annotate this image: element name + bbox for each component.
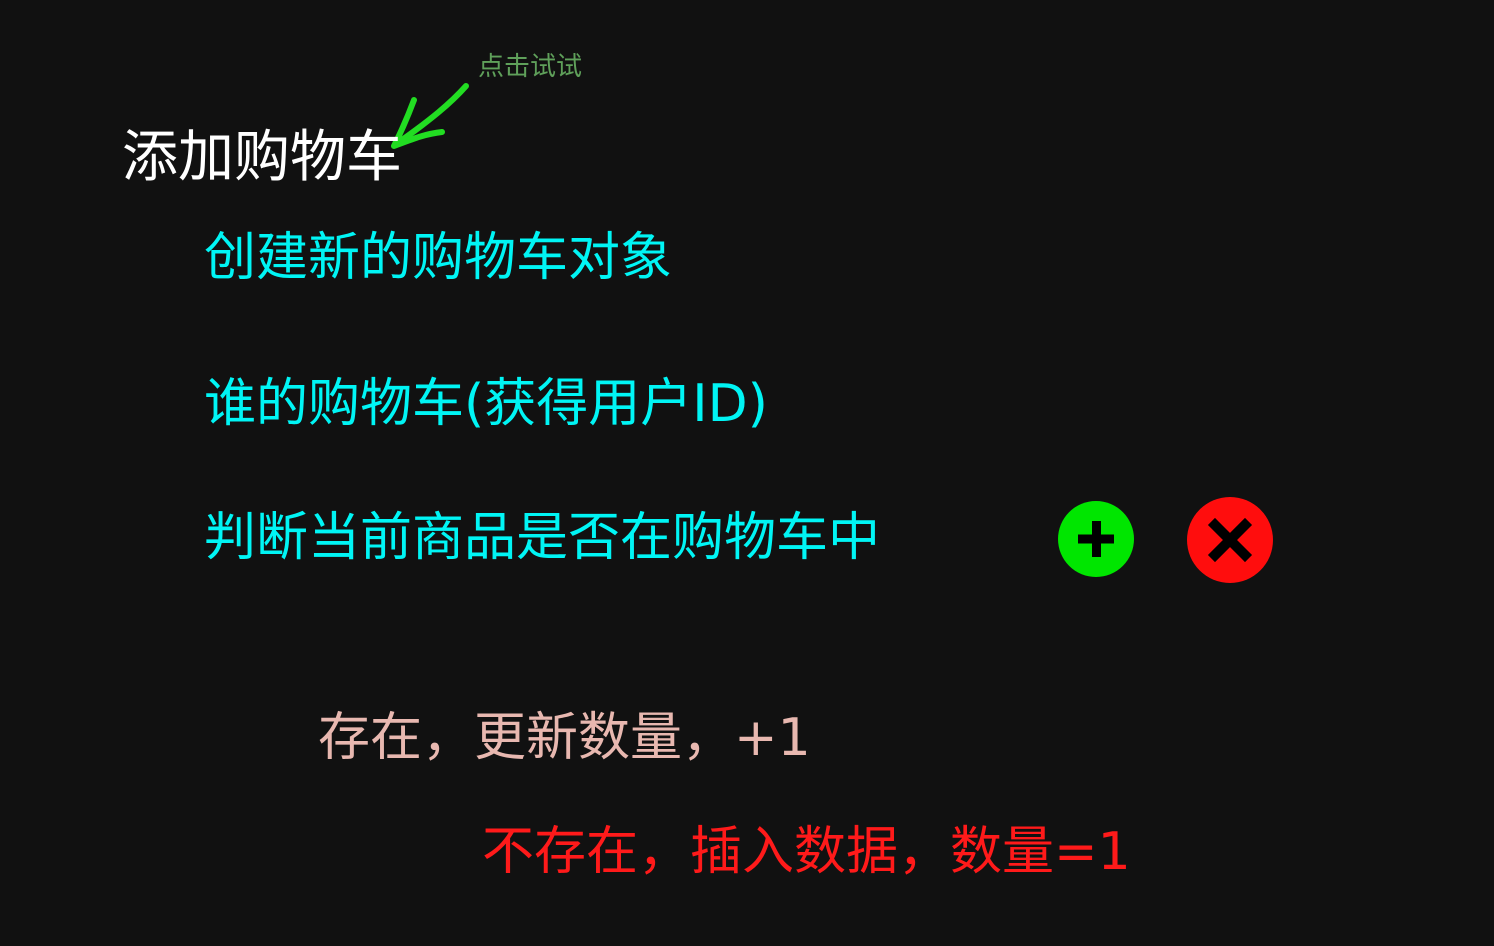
close-icon (1207, 517, 1253, 563)
branch-exists: 存在，更新数量，+1 (318, 708, 811, 768)
close-button[interactable] (1187, 497, 1273, 583)
step-create-cart: 创建新的购物车对象 (204, 228, 673, 288)
step-get-user-id: 谁的购物车(获得用户ID) (204, 374, 768, 434)
expand-button[interactable] (1058, 501, 1134, 577)
plus-icon (1078, 521, 1114, 557)
hint-label: 点击试试 (478, 52, 583, 82)
diagram-canvas: 点击试试 添加购物车 创建新的购物车对象 谁的购物车(获得用户ID) 判断当前商… (0, 0, 1494, 946)
step-check-item-in-cart: 判断当前商品是否在购物车中 (204, 508, 881, 568)
branch-not-exists: 不存在，插入数据，数量=1 (482, 822, 1131, 882)
diagram-title[interactable]: 添加购物车 (122, 130, 402, 186)
